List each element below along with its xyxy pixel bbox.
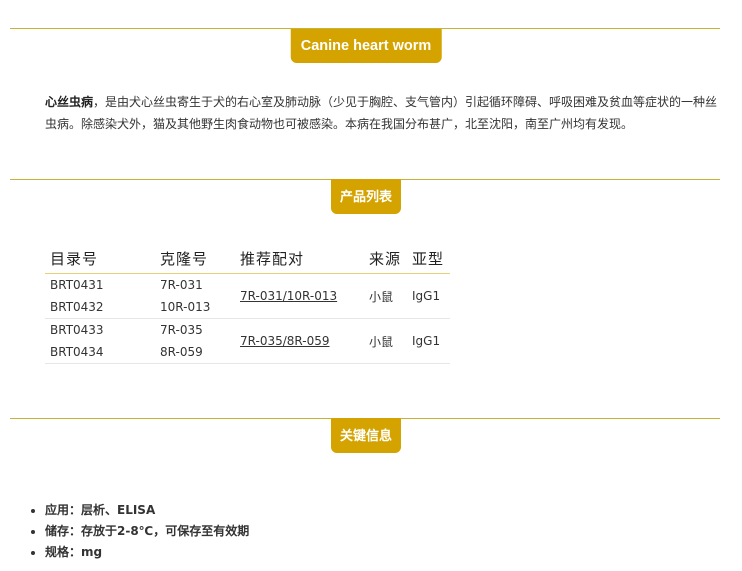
source-cell: 小鼠 — [364, 318, 407, 364]
section-tab-product-list: 产品列表 — [330, 179, 402, 214]
key-info-list: 应用：层析、ELISA 储存：存放于2-8℃，可保存至有效期 规格：mg — [27, 500, 249, 563]
source-cell: 小鼠 — [364, 273, 407, 319]
intro-text: ，是由犬心丝虫寄生于犬的右心室及肺动脉（少见于胸腔、支气管内）引起循环障碍、呼吸… — [45, 95, 718, 131]
intro-paragraph: 心丝虫病，是由犬心丝虫寄生于犬的右心室及肺动脉（少见于胸腔、支气管内）引起循环障… — [45, 91, 721, 135]
header-clone: 克隆号 — [155, 243, 235, 274]
list-item-specification: 规格：mg — [45, 542, 249, 563]
pair-cell: 7R-035/8R-059 — [235, 318, 364, 364]
clone-cell: 8R-059 — [155, 341, 235, 364]
pair-link[interactable]: 7R-031/10R-013 — [240, 289, 337, 303]
clone-cell: 10R-013 — [155, 296, 235, 319]
list-item-storage: 储存：存放于2-8℃，可保存至有效期 — [45, 521, 249, 542]
catalog-cell: BRT0432 — [45, 296, 155, 319]
list-item-application: 应用：层析、ELISA — [45, 500, 249, 521]
catalog-cell: BRT0433 — [50, 323, 104, 337]
header-pair: 推荐配对 — [235, 243, 364, 274]
product-table: 目录号 克隆号 推荐配对 来源 亚型 BRT0431 7R-031 7R-031… — [45, 243, 450, 364]
intro-term: 心丝虫病 — [45, 95, 94, 109]
header-catalog: 目录号 — [45, 243, 155, 274]
isotype-cell: IgG1 — [407, 318, 450, 364]
section-tab-canine-heart-worm: Canine heart worm — [290, 29, 442, 63]
clone-cell: 7R-031 — [160, 278, 203, 292]
table-row: BRT0433 7R-035 7R-035/8R-059 小鼠 IgG1 — [45, 318, 450, 364]
pair-link[interactable]: 7R-035/8R-059 — [240, 334, 329, 348]
table-row: BRT0431 7R-031 7R-031/10R-013 小鼠 IgG1 — [45, 273, 450, 319]
header-isotype: 亚型 — [407, 243, 450, 274]
section-tab-key-info: 关键信息 — [330, 418, 402, 453]
pair-cell: 7R-031/10R-013 — [235, 273, 364, 319]
catalog-cell: BRT0431 — [50, 278, 104, 292]
isotype-cell: IgG1 — [407, 273, 450, 319]
header-source: 来源 — [364, 243, 407, 274]
catalog-cell: BRT0434 — [45, 341, 155, 364]
table-header-row: 目录号 克隆号 推荐配对 来源 亚型 — [45, 243, 450, 274]
clone-cell: 7R-035 — [160, 323, 203, 337]
